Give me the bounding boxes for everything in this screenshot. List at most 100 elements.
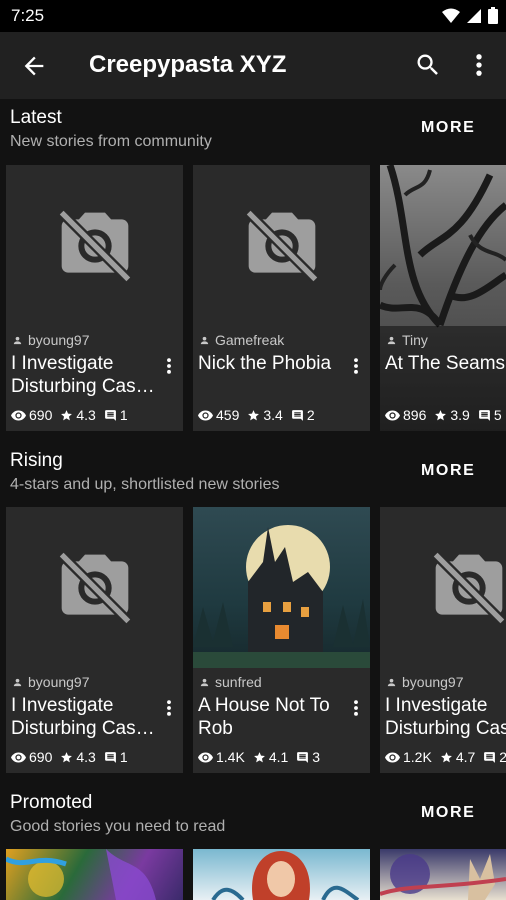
card-menu-icon[interactable]	[350, 356, 362, 376]
section-rising-header: Rising 4-stars and up, shortlisted new s…	[0, 450, 506, 510]
story-card[interactable]	[380, 849, 506, 900]
story-stats: 1.4K 4.1 3	[198, 749, 328, 765]
comment-icon	[104, 751, 116, 763]
story-title: At The Seams	[385, 352, 506, 375]
eye-icon	[11, 752, 26, 762]
view-count: 459	[216, 407, 240, 423]
section-title: Promoted	[10, 792, 93, 813]
author-name: byoung97	[28, 674, 90, 690]
eye-icon	[198, 752, 213, 762]
portrait-art-image	[211, 851, 360, 900]
story-title: Nick the Phobia	[198, 352, 348, 375]
search-icon[interactable]	[414, 51, 442, 79]
no-image-icon	[57, 208, 132, 283]
story-card[interactable]	[193, 849, 370, 900]
rating: 4.3	[76, 749, 96, 765]
story-thumbnail	[6, 507, 183, 668]
status-time: 7:25	[11, 6, 45, 25]
star-icon	[61, 751, 73, 762]
story-title: A House Not To Rob	[198, 694, 348, 740]
more-button[interactable]: MORE	[421, 119, 475, 137]
colorful-art-image	[6, 849, 156, 900]
status-bar: 7:25	[0, 0, 506, 32]
story-stats: 690 4.3 1	[11, 407, 136, 423]
overflow-menu-icon[interactable]	[469, 51, 489, 79]
comment-count: 1	[119, 749, 128, 765]
story-title-line2: Disturbing Cas…	[11, 718, 155, 739]
story-card[interactable]: byoung97 I Investigate Disturbing Cas… 6…	[6, 507, 183, 773]
author-row: sunfred	[199, 674, 262, 690]
status-icons	[442, 7, 498, 24]
more-button[interactable]: MORE	[421, 804, 475, 822]
no-image-icon	[431, 550, 506, 625]
author-name: byoung97	[28, 332, 90, 348]
rating: 4.1	[268, 749, 289, 765]
comment-count: 3	[312, 749, 321, 765]
story-card[interactable]: sunfred A House Not To Rob 1.4K 4.1 3	[193, 507, 370, 773]
comment-count: 5	[493, 407, 502, 423]
story-card[interactable]: Gamefreak Nick the Phobia 459 3.4 2	[193, 165, 370, 431]
author-row: byoung97	[386, 674, 464, 690]
eye-icon	[198, 410, 213, 420]
story-title-line2: Disturbing Cas…	[11, 376, 155, 397]
comment-count: 1	[119, 407, 128, 423]
section-subtitle: New stories from community	[10, 133, 212, 150]
story-stats: 690 4.3 1	[11, 749, 136, 765]
comment-icon	[291, 409, 303, 421]
battery-icon	[488, 7, 498, 24]
story-title-line2: Rob	[198, 718, 233, 739]
app-bar: Creepypasta XYZ	[0, 32, 506, 99]
story-title-line1: I Investigate	[11, 695, 114, 716]
story-title-line2: Disturbing Cas	[385, 718, 506, 739]
story-card[interactable]: Tiny At The Seams 896 3.9 5	[380, 165, 506, 431]
comment-count: 2	[499, 749, 506, 765]
card-menu-icon[interactable]	[163, 356, 175, 376]
rating: 3.4	[263, 407, 283, 423]
person-icon	[13, 678, 22, 686]
eye-icon	[385, 410, 400, 420]
author-row: Gamefreak	[199, 332, 284, 348]
story-stats: 896 3.9 5	[385, 407, 506, 423]
person-icon	[200, 678, 209, 686]
rating: 4.7	[455, 749, 476, 765]
comment-count: 2	[306, 407, 315, 423]
story-stats: 1.2K 4.7 2	[385, 749, 506, 765]
section-subtitle: Good stories you need to read	[10, 818, 226, 835]
section-latest-header: Latest New stories from community MORE	[0, 107, 506, 167]
view-count: 690	[29, 407, 53, 423]
comment-icon	[297, 751, 309, 763]
star-icon	[435, 409, 447, 420]
story-card[interactable]	[6, 849, 183, 900]
view-count: 1.2K	[403, 749, 432, 765]
story-title-line1: I Investigate	[385, 695, 488, 716]
star-icon	[61, 409, 73, 420]
star-icon	[253, 751, 265, 762]
comment-icon	[104, 409, 116, 421]
more-button[interactable]: MORE	[421, 462, 475, 480]
story-title: I Investigate Disturbing Cas…	[11, 694, 161, 740]
no-image-icon	[57, 550, 132, 625]
back-arrow-icon[interactable]	[20, 52, 48, 80]
story-card[interactable]: byoung97 I Investigate Disturbing Cas… 6…	[6, 165, 183, 431]
haunted-house-image	[193, 525, 370, 668]
story-thumbnail	[380, 507, 506, 668]
signal-icon	[467, 8, 481, 23]
story-thumbnail	[6, 165, 183, 326]
story-card[interactable]: byoung97 I Investigate Disturbing Cas 1.…	[380, 507, 506, 773]
author-name: sunfred	[215, 674, 262, 690]
section-subtitle: 4-stars and up, shortlisted new stories	[10, 476, 280, 493]
card-menu-icon[interactable]	[163, 698, 175, 718]
section-title: Latest	[10, 107, 62, 128]
story-title-line1: A House Not To	[198, 695, 330, 716]
story-thumbnail	[193, 165, 370, 326]
author-row: byoung97	[12, 332, 90, 348]
author-name: byoung97	[402, 674, 464, 690]
star-icon	[440, 751, 452, 762]
comment-icon	[484, 751, 496, 763]
card-menu-icon[interactable]	[350, 698, 362, 718]
star-icon	[248, 409, 260, 420]
story-stats: 459 3.4 2	[198, 407, 323, 423]
view-count: 1.4K	[216, 749, 245, 765]
story-title-line1: I Investigate	[11, 353, 114, 374]
section-promoted-header: Promoted Good stories you need to read M…	[0, 792, 506, 852]
